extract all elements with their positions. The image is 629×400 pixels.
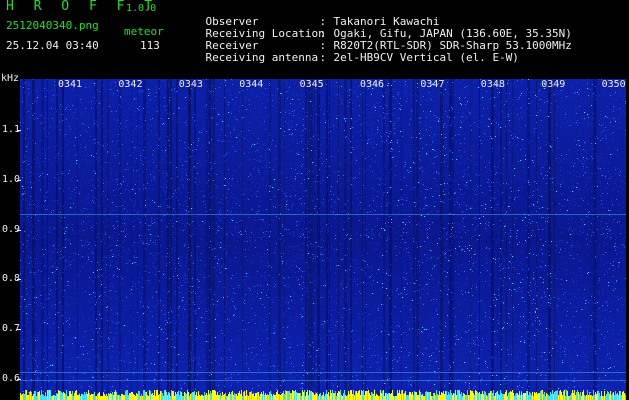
- info-value: 2el-HB9CV Vertical (el. E-W): [333, 51, 519, 64]
- y-axis-unit: kHz: [1, 73, 20, 84]
- time-tick-label: 0342: [118, 79, 143, 90]
- spectrogram: [20, 79, 626, 400]
- time-tick-label: 0350: [601, 79, 626, 90]
- info-colon: :: [319, 51, 327, 64]
- time-tick-label: 0345: [299, 79, 324, 90]
- hrofft-window: H R O F F T 1.0.0 2512040340.png meteor …: [0, 0, 629, 400]
- meteor-count: 113: [140, 39, 160, 52]
- info-key: Receiving antenna: [205, 51, 319, 64]
- capture-datetime: 25.12.04 03:40: [6, 39, 99, 52]
- info-antenna: Receiving antenna: 2el-HB9CV Vertical (el…: [179, 40, 519, 64]
- y-tick-mark: [17, 229, 21, 231]
- y-tick-mark: [17, 329, 21, 331]
- y-tick-mark: [17, 379, 21, 380]
- app-version: 1.0.0: [126, 3, 157, 14]
- y-tick-mark: [17, 179, 21, 181]
- time-tick-label: 0344: [239, 79, 264, 90]
- y-tick-mark: [17, 130, 21, 131]
- time-tick-label: 0343: [178, 79, 203, 90]
- capture-filename: 2512040340.png: [6, 19, 99, 32]
- y-tick-mark: [17, 279, 21, 281]
- time-tick-label: 0346: [360, 79, 385, 90]
- time-tick-label: 0347: [420, 79, 445, 90]
- time-tick-label: 0341: [58, 79, 83, 90]
- info-observer: Observer: Takanori Kawachi: [179, 4, 440, 28]
- info-location: Receiving Location: Ogaki, Gifu, JAPAN (1…: [179, 16, 572, 40]
- spectrogram-canvas: [20, 79, 626, 400]
- info-receiver: Receiver: R820T2(RTL-SDR) SDR-Sharp 53.10…: [179, 28, 572, 52]
- time-tick-label: 0348: [480, 79, 505, 90]
- time-tick-label: 0349: [541, 79, 566, 90]
- meteor-label: meteor: [124, 25, 164, 38]
